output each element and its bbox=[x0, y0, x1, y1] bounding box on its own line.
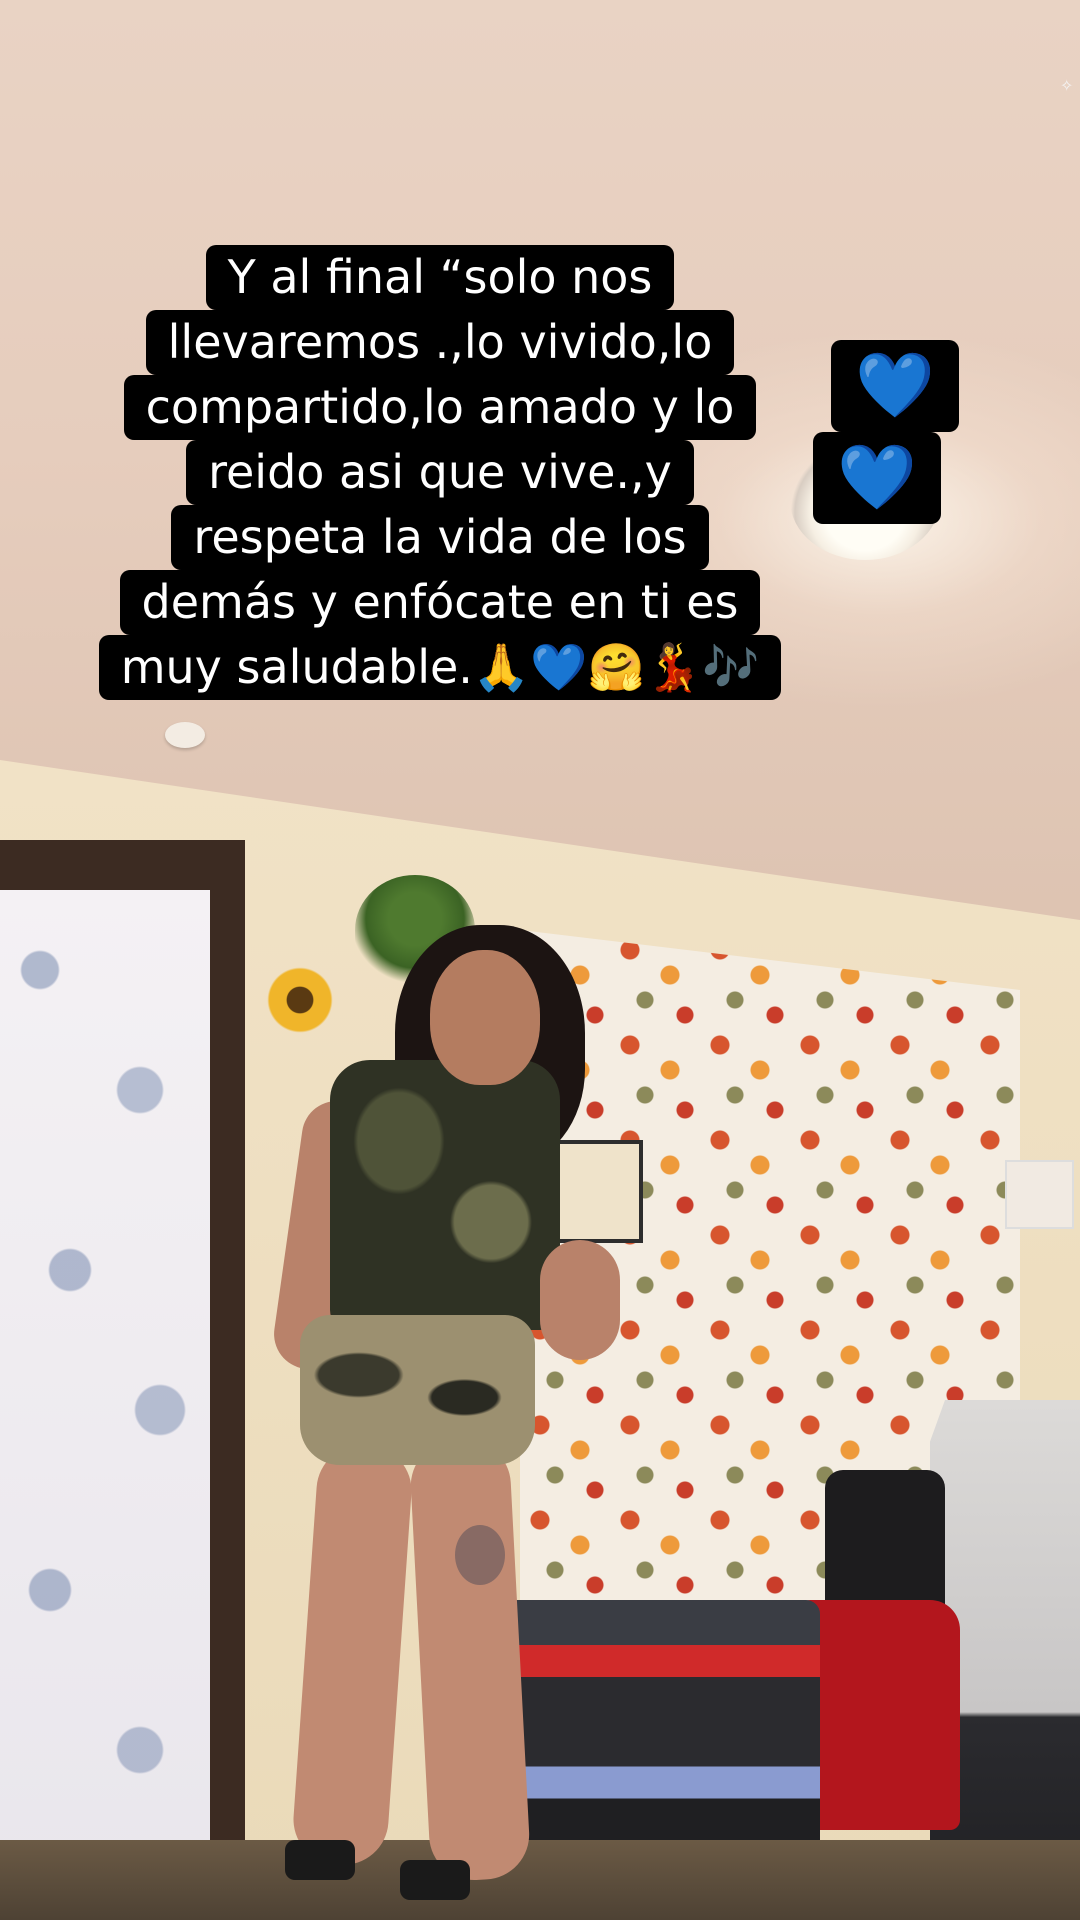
caption-line: Y al final “solo nos bbox=[205, 245, 675, 310]
sunflower-decor bbox=[265, 965, 335, 1035]
person-face bbox=[430, 950, 540, 1085]
caption-line: muy saludable.🙏💙🤗💃🎶 bbox=[98, 635, 782, 700]
caption-line: demás y enfócate en ti es bbox=[119, 570, 761, 635]
person-shirt bbox=[330, 1060, 560, 1330]
sparkle-icon: ✧ bbox=[1060, 76, 1074, 95]
caption-line: llevaremos .,lo vivido,lo bbox=[145, 310, 735, 375]
floor bbox=[0, 1840, 1080, 1920]
smoke-detector bbox=[165, 722, 205, 748]
person-shoe-right bbox=[400, 1860, 470, 1900]
caption-line: reido asi que vive.,y bbox=[186, 440, 694, 505]
person-shoe-left bbox=[285, 1840, 355, 1880]
blue-heart-icon: 💙 bbox=[813, 432, 941, 524]
blue-heart-icon: 💙 bbox=[831, 340, 959, 432]
person-shorts bbox=[300, 1315, 535, 1465]
caption-overlay[interactable]: Y al final “solo nos llevaremos .,lo viv… bbox=[86, 245, 794, 700]
heart-sticker[interactable]: 💙 💙 bbox=[808, 340, 959, 524]
wall-picture bbox=[1005, 1160, 1074, 1229]
caption-line: respeta la vida de los bbox=[171, 505, 709, 570]
wall-frame bbox=[555, 1140, 643, 1243]
floral-curtain bbox=[0, 890, 210, 1920]
leg-tattoo bbox=[455, 1525, 505, 1585]
caption-line: compartido,lo amado y lo bbox=[123, 375, 757, 440]
person-arm-right bbox=[540, 1240, 620, 1360]
